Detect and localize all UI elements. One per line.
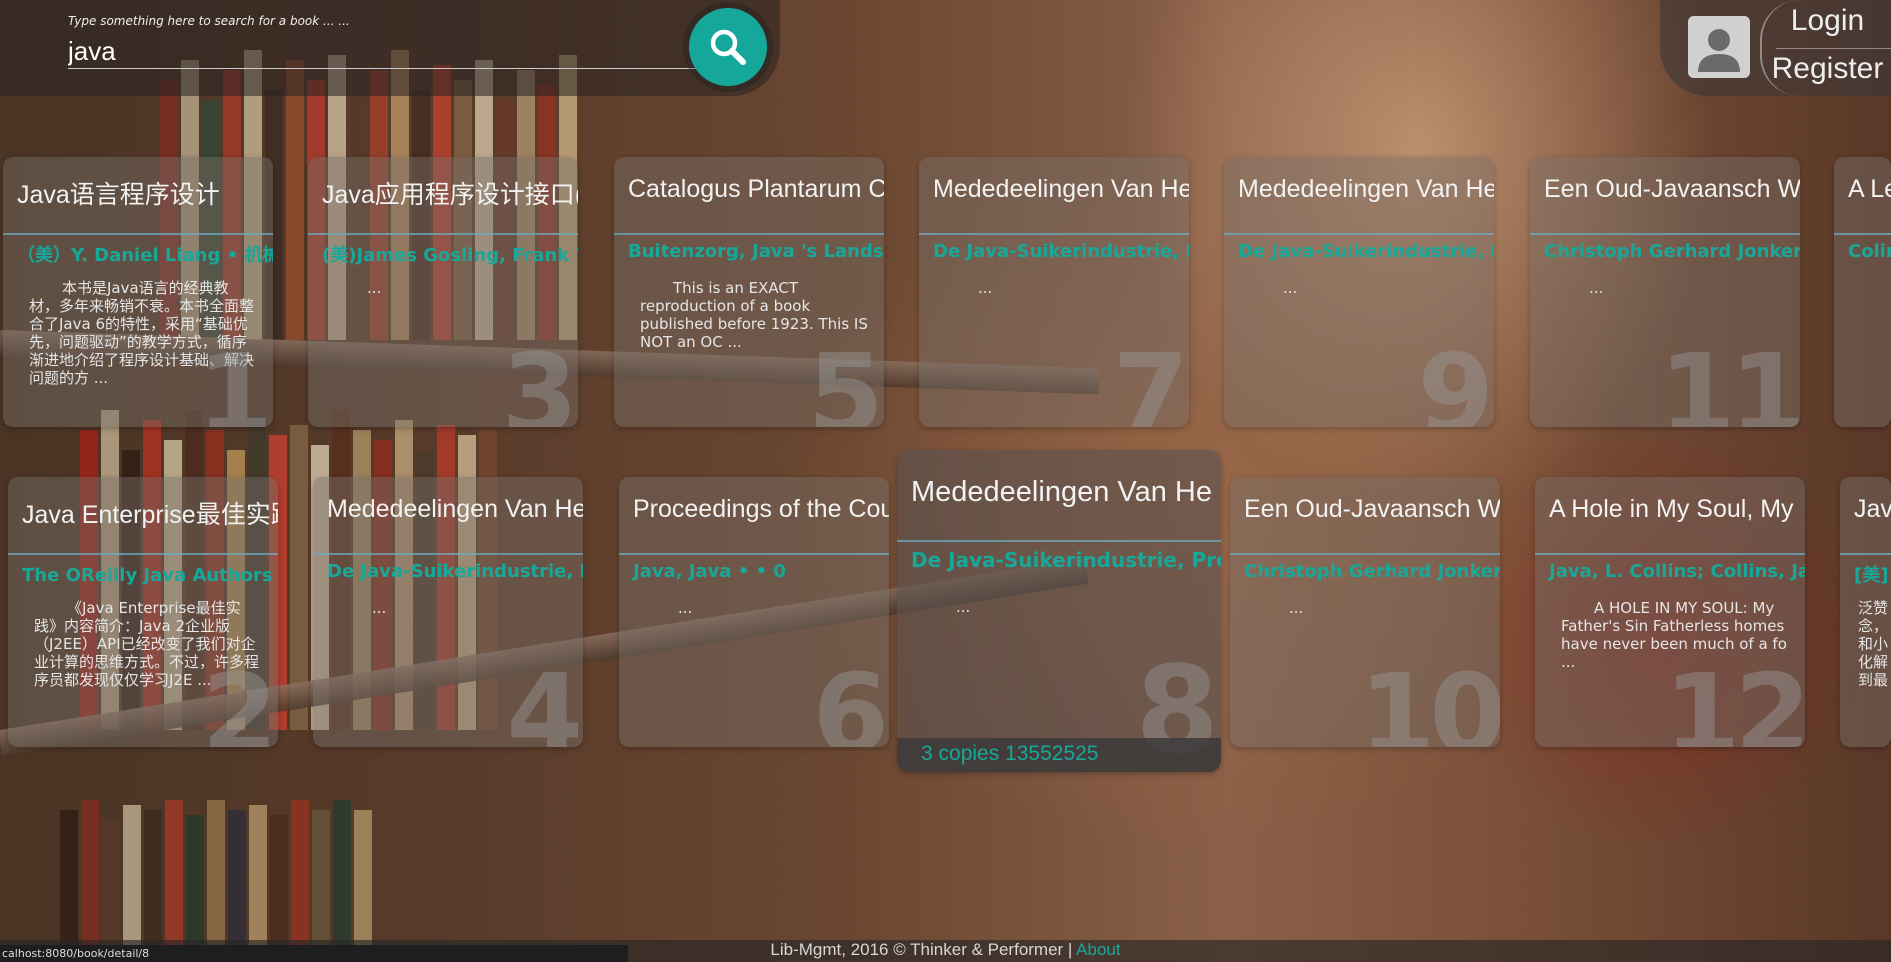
card-divider [313, 553, 583, 555]
book-card-hovered[interactable]: Mededeelingen Van He De Java-Suikerindus… [897, 450, 1221, 772]
book-title: Mededeelingen Van He [1238, 175, 1494, 203]
card-divider [308, 233, 578, 235]
auth-divider [1776, 48, 1891, 49]
book-description: ... [978, 279, 993, 297]
card-divider [1224, 233, 1494, 235]
browser-status-url: calhost:8080/book/detail/8 [0, 945, 628, 962]
book-title: A Le [1848, 175, 1891, 203]
card-divider [1840, 553, 1891, 555]
book-card[interactable]: Proceedings of the Cou Java, Java • • 0 … [619, 477, 889, 747]
book-index: 4 [506, 650, 583, 747]
book-description: ... [956, 598, 971, 616]
card-divider [1230, 553, 1500, 555]
search-bar: Type something here to search for a book… [0, 0, 780, 96]
book-index: 7 [1112, 330, 1189, 427]
book-author: The OReilly Java Authors • 中 [22, 565, 278, 586]
book-card[interactable]: Mededeelingen Van He De Java-Suikerindus… [1224, 157, 1494, 427]
book-card[interactable]: Java [美] 泛赞念，和小化解到最 [1840, 477, 1891, 747]
card-divider [1834, 233, 1891, 235]
book-card[interactable]: Een Oud-Javaansch Wo Christoph Gerhard J… [1230, 477, 1500, 747]
book-title: Java应用程序设计接口( [322, 181, 578, 209]
book-author: Colin [1848, 241, 1891, 262]
register-link[interactable]: Register [1762, 52, 1891, 86]
book-author: （美）Y. Daniel Liang • 机械工 [17, 245, 273, 266]
search-icon [710, 29, 746, 65]
card-divider [619, 553, 889, 555]
book-description: ... [1589, 279, 1604, 297]
book-card[interactable]: Java Enterprise最佳实践 The OReilly Java Aut… [8, 477, 278, 747]
book-author: Christoph Gerhard Jonker, Ja [1244, 561, 1500, 582]
book-card[interactable]: A Le Colin [1834, 157, 1891, 427]
search-button[interactable] [689, 8, 767, 86]
book-title: Een Oud-Javaansch Wo [1244, 495, 1500, 523]
card-divider [3, 233, 273, 235]
book-author: Christoph Gerhard Jonker, Ja [1544, 241, 1800, 262]
card-divider [8, 553, 278, 555]
book-description: ... [1289, 599, 1304, 617]
book-index: 5 [807, 330, 884, 427]
book-index: 11 [1658, 330, 1800, 427]
book-index: 3 [501, 330, 578, 427]
book-card[interactable]: Mededeelingen Van He De Java-Suikerindus… [919, 157, 1189, 427]
book-title: Mededeelingen Van He [327, 495, 583, 523]
copies-count: 3 copies 13552525 [921, 742, 1099, 765]
card-divider [614, 233, 884, 235]
book-card[interactable]: Java语言程序设计 （美）Y. Daniel Liang • 机械工 本书是J… [3, 157, 273, 427]
book-index: 10 [1358, 650, 1500, 747]
copies-bar: 3 copies 13552525 [897, 738, 1221, 772]
card-divider [897, 540, 1221, 542]
book-title: A Hole in My Soul, My [1549, 495, 1794, 523]
book-author: [美] [1854, 565, 1889, 586]
book-author: De Java-Suikerindustrie, Proe [1238, 241, 1494, 262]
book-card[interactable]: Catalogus Plantarum C Buitenzorg, Java '… [614, 157, 884, 427]
book-author: De Java-Suikerindustrie, Proe [911, 548, 1221, 572]
book-card[interactable]: Een Oud-Javaansch Wo Christoph Gerhard J… [1530, 157, 1800, 427]
book-title: Een Oud-Javaansch Wo [1544, 175, 1800, 203]
user-panel: Login Register [1660, 0, 1891, 96]
book-card[interactable]: Java应用程序设计接口( (美)James Gosling, Frank Ye… [308, 157, 578, 427]
book-author: Java, L. Collins; Collins, Java L [1549, 561, 1805, 582]
book-title: Catalogus Plantarum C [628, 175, 884, 203]
book-title: Proceedings of the Cou [633, 495, 889, 523]
book-card[interactable]: Mededeelingen Van He De Java-Suikerindus… [313, 477, 583, 747]
book-index: 1 [196, 330, 273, 427]
book-title: Java [1854, 495, 1891, 523]
book-author: De Java-Suikerindustrie, Proe [327, 561, 583, 582]
footer-text: Lib-Mgmt, 2016 © Thinker & Performer | [770, 940, 1073, 959]
search-hint: Type something here to search for a book… [68, 14, 350, 28]
book-author: Buitenzorg, Java 's Lands Pla [628, 241, 884, 262]
about-link[interactable]: About [1076, 940, 1120, 959]
book-author: (美)James Gosling, Frank Yell [322, 245, 578, 266]
search-input[interactable] [68, 34, 698, 69]
book-card[interactable]: A Hole in My Soul, My Java, L. Collins; … [1535, 477, 1805, 747]
login-link[interactable]: Login [1762, 4, 1891, 38]
book-description: ... [1283, 279, 1298, 297]
book-title: Mededeelingen Van He [933, 175, 1189, 203]
book-index: 9 [1417, 330, 1494, 427]
card-divider [1530, 233, 1800, 235]
book-description: ... [372, 599, 387, 617]
book-description: ... [367, 279, 382, 297]
auth-box: Login Register [1760, 0, 1891, 96]
book-index: 2 [201, 650, 278, 747]
book-title: Java Enterprise最佳实践 [22, 501, 278, 529]
books-row-3 [60, 800, 372, 950]
card-divider [1535, 553, 1805, 555]
book-author: De Java-Suikerindustrie, Proe [933, 241, 1189, 262]
card-divider [919, 233, 1189, 235]
user-avatar-icon[interactable] [1688, 16, 1750, 78]
book-index: 6 [812, 650, 889, 747]
book-description: 泛赞念，和小化解到最 [1858, 599, 1889, 689]
book-title: Java语言程序设计 [17, 181, 220, 209]
book-title: Mededeelingen Van He [911, 476, 1212, 508]
book-author: Java, Java • • 0 [633, 561, 786, 582]
book-index: 12 [1663, 650, 1805, 747]
book-description: ... [678, 599, 693, 617]
